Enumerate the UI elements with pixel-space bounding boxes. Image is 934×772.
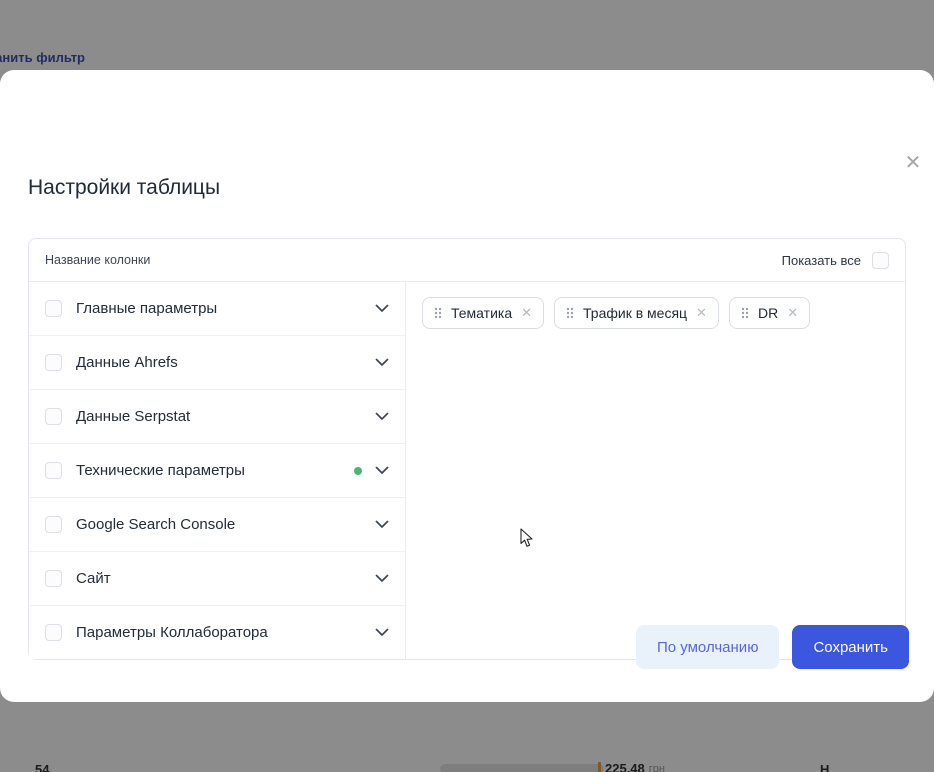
group-label: Технические параметры bbox=[76, 462, 245, 479]
chip-label: DR bbox=[758, 305, 778, 321]
column-chip-tematika[interactable]: Тематика ✕ bbox=[422, 297, 544, 329]
column-chip-dr[interactable]: DR ✕ bbox=[729, 297, 810, 329]
group-label: Данные Serpstat bbox=[76, 408, 190, 425]
group-row-ahrefs[interactable]: Данные Ahrefs bbox=[29, 336, 405, 390]
column-chip-traffic[interactable]: Трафик в месяц ✕ bbox=[554, 297, 719, 329]
panel-body: Главные параметры Данные Ahrefs Данные S… bbox=[29, 282, 905, 659]
chevron-down-icon[interactable] bbox=[375, 412, 389, 421]
selected-columns-area: Тематика ✕ Трафик в месяц ✕ DR ✕ bbox=[406, 282, 905, 659]
chips-row: Тематика ✕ Трафик в месяц ✕ DR ✕ bbox=[422, 297, 889, 329]
group-label: Данные Ahrefs bbox=[76, 354, 178, 371]
close-icon[interactable]: ✕ bbox=[901, 150, 925, 174]
group-checkbox[interactable] bbox=[45, 570, 62, 587]
chevron-down-icon[interactable] bbox=[375, 466, 389, 475]
group-checkbox[interactable] bbox=[45, 624, 62, 641]
group-row-site[interactable]: Сайт bbox=[29, 552, 405, 606]
chevron-down-icon[interactable] bbox=[375, 358, 389, 367]
show-all-label: Показать все bbox=[782, 253, 861, 268]
group-label: Сайт bbox=[76, 570, 111, 587]
reset-default-button[interactable]: По умолчанию bbox=[636, 625, 779, 669]
group-row-technical-params[interactable]: Технические параметры bbox=[29, 444, 405, 498]
group-row-serpstat[interactable]: Данные Serpstat bbox=[29, 390, 405, 444]
group-checkbox[interactable] bbox=[45, 408, 62, 425]
group-checkbox[interactable] bbox=[45, 462, 62, 479]
chevron-down-icon[interactable] bbox=[375, 628, 389, 637]
group-label: Параметры Коллаборатора bbox=[76, 624, 268, 641]
remove-chip-icon[interactable]: ✕ bbox=[521, 307, 532, 320]
drag-handle-icon[interactable] bbox=[434, 307, 442, 319]
drag-handle-icon[interactable] bbox=[741, 307, 749, 319]
remove-chip-icon[interactable]: ✕ bbox=[787, 307, 798, 320]
column-name-header: Название колонки bbox=[45, 253, 150, 267]
columns-panel: Название колонки Показать все Главные па… bbox=[28, 238, 906, 660]
group-list: Главные параметры Данные Ahrefs Данные S… bbox=[29, 282, 406, 659]
group-row-main-params[interactable]: Главные параметры bbox=[29, 282, 405, 336]
status-dot-icon bbox=[354, 467, 362, 475]
group-row-collaborator-params[interactable]: Параметры Коллаборатора bbox=[29, 606, 405, 659]
group-label: Главные параметры bbox=[76, 300, 217, 317]
chevron-down-icon[interactable] bbox=[375, 304, 389, 313]
group-label: Google Search Console bbox=[76, 516, 235, 533]
chevron-down-icon[interactable] bbox=[375, 574, 389, 583]
modal-title: Настройки таблицы bbox=[28, 176, 220, 200]
chip-label: Тематика bbox=[451, 305, 512, 321]
group-checkbox[interactable] bbox=[45, 354, 62, 371]
group-checkbox[interactable] bbox=[45, 300, 62, 317]
table-settings-modal: ✕ Настройки таблицы Название колонки Пок… bbox=[0, 70, 934, 702]
group-row-google-search-console[interactable]: Google Search Console bbox=[29, 498, 405, 552]
chip-label: Трафик в месяц bbox=[583, 305, 687, 321]
show-all-control: Показать все bbox=[782, 252, 889, 269]
save-button[interactable]: Сохранить bbox=[792, 625, 909, 669]
panel-header: Название колонки Показать все bbox=[29, 239, 905, 282]
remove-chip-icon[interactable]: ✕ bbox=[696, 307, 707, 320]
drag-handle-icon[interactable] bbox=[566, 307, 574, 319]
modal-footer: По умолчанию Сохранить bbox=[636, 625, 909, 669]
show-all-checkbox[interactable] bbox=[872, 252, 889, 269]
group-checkbox[interactable] bbox=[45, 516, 62, 533]
chevron-down-icon[interactable] bbox=[375, 520, 389, 529]
